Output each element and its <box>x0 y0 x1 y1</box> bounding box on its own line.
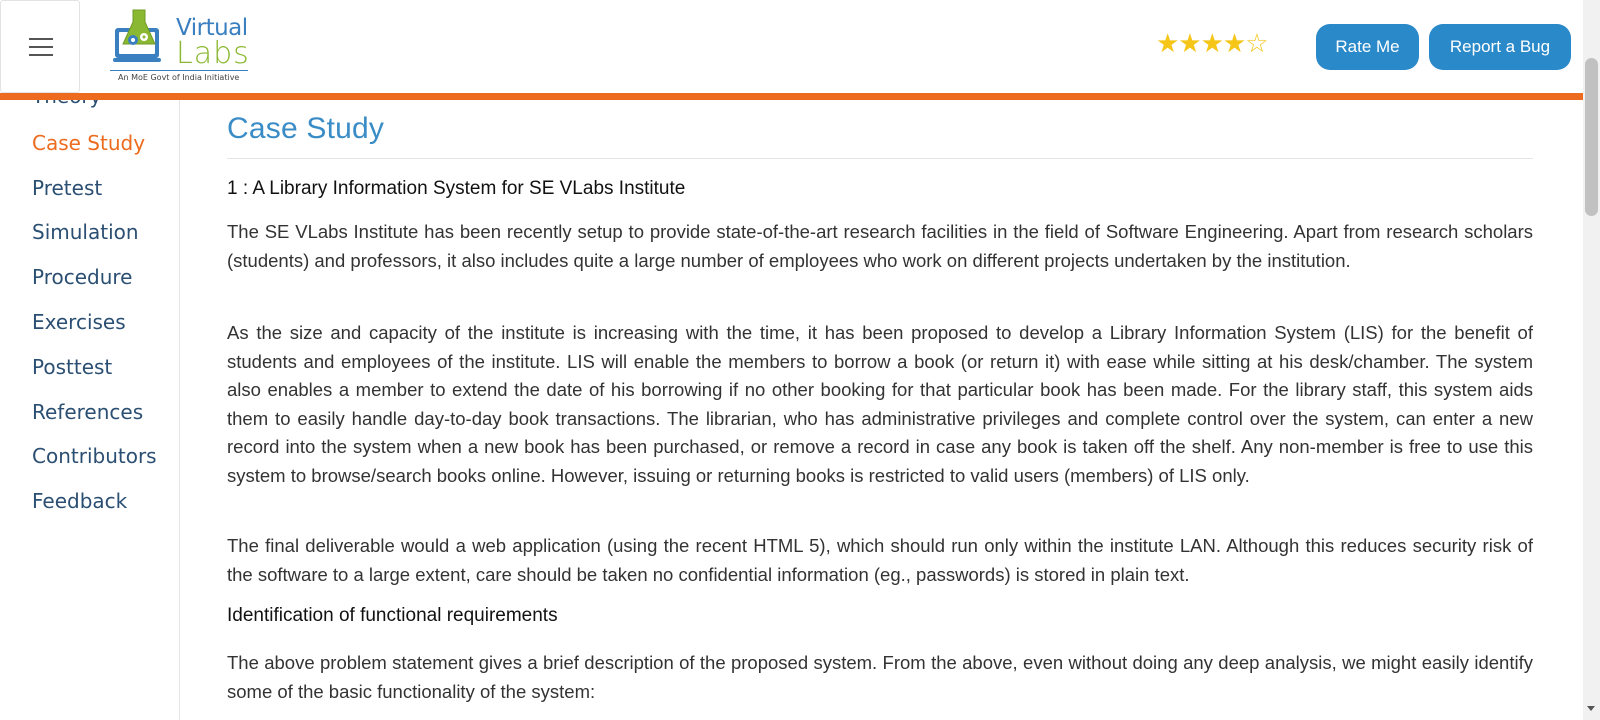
paragraph-functional: The above problem statement gives a brie… <box>227 652 1533 702</box>
virtual-labs-logo[interactable]: Virtual Labs An MoE Govt of India Initia… <box>108 6 253 86</box>
logo-divider <box>110 70 248 71</box>
rate-me-button[interactable]: Rate Me <box>1316 24 1419 70</box>
logo-tagline: An MoE Govt of India Initiative <box>118 73 240 82</box>
menu-icon-line <box>29 54 53 56</box>
main-content: Case Study 1 : A Library Information Sys… <box>227 100 1533 720</box>
sidebar-nav: Theory Case Study Pretest Simulation Pro… <box>0 100 180 720</box>
sidebar-item-case-study[interactable]: Case Study <box>32 131 145 155</box>
hamburger-menu-button[interactable] <box>0 0 80 93</box>
filled-stars-icon: ★★★★ <box>1156 29 1246 59</box>
sidebar-item-procedure[interactable]: Procedure <box>32 265 133 289</box>
header-accent-bar <box>0 93 1583 100</box>
flask-gear-icon <box>113 9 161 62</box>
sidebar-item-theory[interactable]: Theory <box>32 100 102 108</box>
vertical-scrollbar[interactable] <box>1583 0 1600 720</box>
paragraph-lis-description: As the size and capacity of the institut… <box>227 322 1533 486</box>
title-divider <box>227 158 1533 159</box>
sidebar-item-feedback[interactable]: Feedback <box>32 489 127 513</box>
empty-star-icon: ☆ <box>1245 29 1268 59</box>
report-bug-button[interactable]: Report a Bug <box>1429 24 1571 70</box>
section-heading: Identification of functional requirement… <box>227 605 558 626</box>
sidebar-item-posttest[interactable]: Posttest <box>32 355 112 379</box>
menu-icon-line <box>29 46 53 48</box>
sidebar-item-pretest[interactable]: Pretest <box>32 176 102 200</box>
case-study-subtitle: 1 : A Library Information System for SE … <box>227 178 686 199</box>
menu-icon-line <box>29 38 53 40</box>
top-header: Virtual Labs An MoE Govt of India Initia… <box>0 0 1583 93</box>
page-title: Case Study <box>227 112 385 145</box>
scrollbar-thumb[interactable] <box>1585 58 1598 216</box>
paragraph-intro: The SE VLabs Institute has been recently… <box>227 221 1533 271</box>
scroll-down-arrow-icon[interactable] <box>1587 706 1595 711</box>
logo-word-labs: Labs <box>176 36 250 71</box>
sidebar-item-simulation[interactable]: Simulation <box>32 220 139 244</box>
sidebar-item-contributors[interactable]: Contributors <box>32 444 157 468</box>
sidebar-item-references[interactable]: References <box>32 400 143 424</box>
sidebar-item-exercises[interactable]: Exercises <box>32 310 126 334</box>
star-rating[interactable]: ★★★★☆ <box>1156 29 1269 59</box>
paragraph-deliverable: The final deliverable would a web applic… <box>227 535 1533 585</box>
